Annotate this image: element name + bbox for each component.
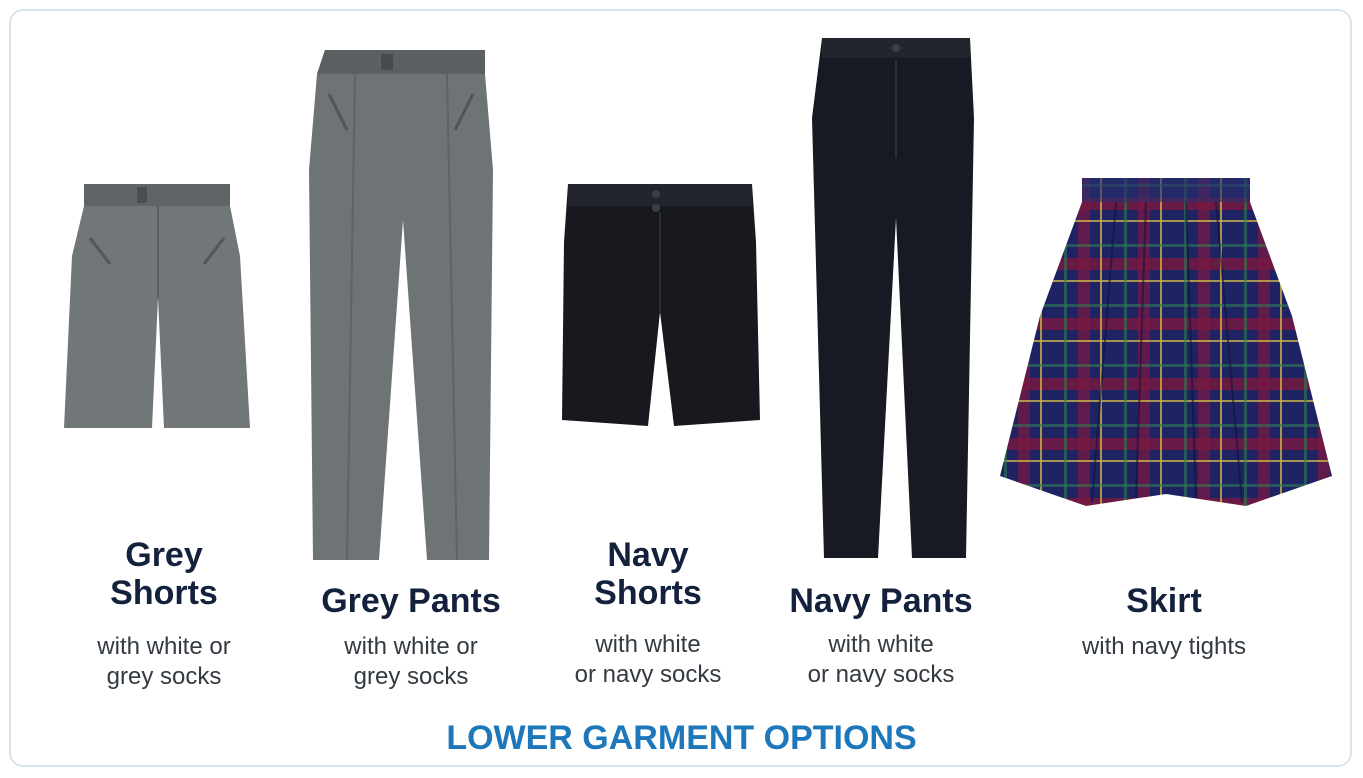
skirt-title: Skirt [1126, 582, 1202, 620]
grey-shorts-title: Grey Shorts [110, 536, 218, 612]
navy-pants-title: Navy Pants [789, 582, 973, 620]
navy-shorts-image [562, 184, 760, 426]
navy-pants-image [812, 38, 974, 558]
skirt-image [1000, 178, 1332, 506]
grey-pants-image [309, 50, 493, 560]
grey-shorts-image [64, 184, 250, 428]
navy-shorts-title: Navy Shorts [594, 536, 702, 612]
grey-pants-description: with white or grey socks [344, 633, 478, 690]
grey-pants-title: Grey Pants [321, 582, 501, 620]
navy-shorts-description: with white or navy socks [574, 631, 722, 688]
grey-shorts-description: with white or grey socks [97, 633, 231, 690]
skirt-description: with navy tights [1081, 633, 1247, 660]
lower-garment-options-heading: LOWER GARMENT OPTIONS [446, 719, 917, 757]
navy-pants-description: with white or navy socks [807, 631, 955, 688]
